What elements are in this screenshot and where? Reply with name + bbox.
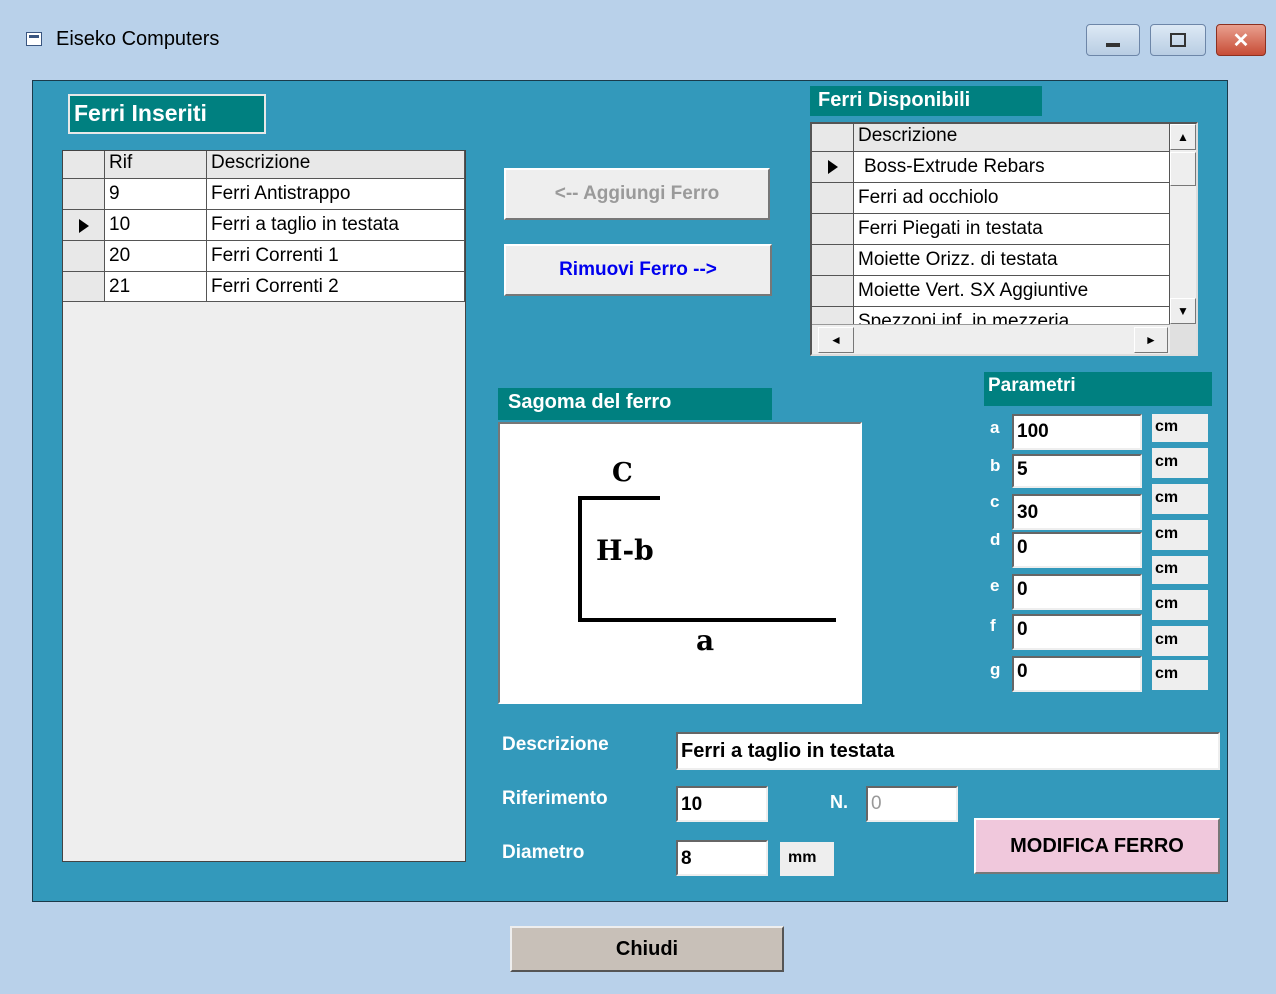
riferimento-input[interactable]: 10 <box>676 786 768 822</box>
param-c-input[interactable]: 30 <box>1012 494 1142 530</box>
param-b-input[interactable]: 5 <box>1012 454 1142 488</box>
column-header-rif[interactable]: Rif <box>105 151 207 179</box>
row-selector[interactable] <box>63 241 105 272</box>
modifica-ferro-button[interactable]: MODIFICA FERRO <box>974 818 1220 874</box>
row-selector[interactable] <box>63 179 105 210</box>
diametro-label: Diametro <box>502 842 585 863</box>
row-selector[interactable] <box>812 183 854 214</box>
scroll-corner <box>1170 324 1196 354</box>
restore-icon <box>1170 33 1186 47</box>
table-cell-rif[interactable]: 10 <box>105 210 207 241</box>
rimuovi-ferro-button[interactable]: Rimuovi Ferro --> <box>504 244 772 296</box>
param-e-input[interactable]: 0 <box>1012 574 1142 610</box>
param-label-c: c <box>990 492 1000 511</box>
row-selector[interactable] <box>812 307 854 325</box>
n-label: N. <box>830 792 848 812</box>
sagoma-title: Sagoma del ferro <box>498 388 772 420</box>
scroll-left-icon[interactable]: ◄ <box>818 327 854 353</box>
minimize-icon <box>1106 43 1120 47</box>
param-label-e: e <box>990 576 1000 595</box>
param-label-b: b <box>990 456 1001 475</box>
param-label-a: a <box>990 418 1000 437</box>
aggiungi-ferro-button[interactable]: <-- Aggiungi Ferro <box>504 168 770 220</box>
diametro-unit: mm <box>780 842 834 876</box>
ferri-disponibili-grid[interactable]: Descrizione Boss-Extrude Rebars Ferri ad… <box>810 122 1198 356</box>
riferimento-label: Riferimento <box>502 788 608 809</box>
row-selector[interactable] <box>63 210 105 241</box>
row-selector[interactable] <box>812 152 854 183</box>
param-f-input[interactable]: 0 <box>1012 614 1142 650</box>
current-row-arrow-icon <box>827 159 838 174</box>
horizontal-scrollbar[interactable]: ◄ ► <box>812 324 1170 354</box>
list-item[interactable]: Ferri ad occhiolo <box>854 183 1170 214</box>
column-header-descrizione[interactable]: Descrizione <box>854 124 1170 152</box>
table-cell-descrizione[interactable]: Ferri Correnti 2 <box>207 272 465 302</box>
column-header-descrizione[interactable]: Descrizione <box>207 151 465 179</box>
table-cell-rif[interactable]: 21 <box>105 272 207 302</box>
param-label-f: f <box>990 616 996 635</box>
descrizione-label: Descrizione <box>502 734 609 755</box>
minimize-button[interactable] <box>1086 24 1140 56</box>
app-icon <box>26 32 42 46</box>
list-item[interactable]: Spezzoni inf. in mezzeria <box>854 307 1170 325</box>
ferri-disponibili-title: Ferri Disponibili <box>810 86 1042 116</box>
table-cell-rif[interactable]: 9 <box>105 179 207 210</box>
list-item[interactable]: Moiette Vert. SX Aggiuntive <box>854 276 1170 307</box>
scroll-thumb[interactable] <box>1170 152 1196 186</box>
row-selector[interactable] <box>812 245 854 276</box>
grid-corner <box>63 151 105 179</box>
param-d-unit: cm <box>1152 520 1208 550</box>
row-selector[interactable] <box>812 276 854 307</box>
scroll-down-icon[interactable]: ▼ <box>1170 298 1196 324</box>
table-cell-descrizione[interactable]: Ferri Correnti 1 <box>207 241 465 272</box>
diametro-input[interactable]: 8 <box>676 840 768 876</box>
list-item[interactable]: Moiette Orizz. di testata <box>854 245 1170 276</box>
row-selector[interactable] <box>63 272 105 302</box>
parametri-title: Parametri <box>984 372 1212 406</box>
row-selector[interactable] <box>812 214 854 245</box>
param-f-unit: cm <box>1152 590 1208 620</box>
table-cell-descrizione[interactable]: Ferri a taglio in testata <box>207 210 465 241</box>
shape-label-a: a <box>696 624 715 657</box>
param-g-unit: cm <box>1152 660 1208 690</box>
table-cell-rif[interactable]: 20 <box>105 241 207 272</box>
ferri-inseriti-title: Ferri Inseriti <box>68 94 266 134</box>
maximize-button[interactable] <box>1150 24 1206 56</box>
shape-label-hb: H-b <box>596 534 654 567</box>
list-item[interactable]: Ferri Piegati in testata <box>854 214 1170 245</box>
n-input[interactable]: 0 <box>866 786 958 822</box>
param-d-input[interactable]: 0 <box>1012 532 1142 568</box>
descrizione-input[interactable]: Ferri a taglio in testata <box>676 732 1220 770</box>
shape-label-c: C <box>612 458 633 488</box>
param-a-unit: cm <box>1152 414 1208 442</box>
scroll-right-icon[interactable]: ► <box>1134 327 1168 353</box>
window-title: Eiseko Computers <box>56 28 220 50</box>
vertical-scrollbar[interactable]: ▲ ▼ <box>1170 124 1196 324</box>
scroll-up-icon[interactable]: ▲ <box>1170 124 1196 150</box>
table-cell-descrizione[interactable]: Ferri Antistrappo <box>207 179 465 210</box>
param-a-input[interactable]: 100 <box>1012 414 1142 450</box>
close-window-button[interactable]: ✕ <box>1216 24 1266 56</box>
param-c-unit: cm <box>1152 484 1208 514</box>
param-label-g: g <box>990 660 1001 679</box>
param-label-d: d <box>990 530 1001 549</box>
current-row-arrow-icon <box>78 218 89 233</box>
shape-diagram <box>578 496 836 622</box>
param-e-unit: cm <box>1152 556 1208 584</box>
close-icon: ✕ <box>1232 29 1250 52</box>
param-extra-unit: cm <box>1152 626 1208 656</box>
param-b-unit: cm <box>1152 448 1208 478</box>
list-item[interactable]: Boss-Extrude Rebars <box>854 152 1170 183</box>
grid-corner <box>812 124 854 152</box>
param-g-input[interactable]: 0 <box>1012 656 1142 692</box>
sagoma-drawing: C H-b a <box>498 422 862 704</box>
chiudi-button[interactable]: Chiudi <box>510 926 784 972</box>
ferri-inseriti-grid[interactable]: Rif Descrizione 9 Ferri Antistrappo 10 F… <box>62 150 466 862</box>
